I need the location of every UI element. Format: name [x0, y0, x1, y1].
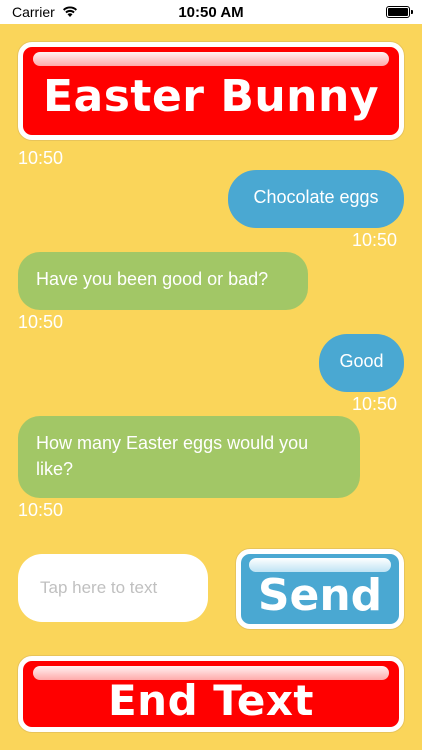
status-bar: Carrier 10:50 AM [0, 0, 422, 24]
message-time: 10:50 [18, 312, 64, 332]
easter-bunny-label: Easter Bunny [42, 70, 380, 122]
send-label: Send [257, 569, 383, 621]
send-button[interactable]: Send [236, 549, 404, 629]
easter-bunny-button[interactable]: Easter Bunny [18, 42, 404, 140]
user-message-bubble: Chocolate eggs [228, 170, 404, 228]
message-input[interactable] [18, 554, 208, 622]
message-text: Chocolate eggs [253, 187, 379, 207]
message-text: How many Easter eggs would you like? [36, 433, 309, 479]
message-text: Have you been good or bad? [36, 269, 269, 289]
message-time: 10:50 [18, 500, 64, 520]
message-time: 10:50 [352, 394, 398, 414]
message-time: 10:50 [18, 148, 64, 168]
bunny-message-bubble: Have you been good or bad? [18, 252, 308, 310]
bunny-message-bubble: How many Easter eggs would you like? [18, 416, 360, 498]
end-text-label: End Text [107, 675, 314, 725]
user-message-bubble: Good [319, 334, 404, 392]
button-gloss [33, 52, 389, 66]
message-time: 10:50 [352, 230, 398, 250]
message-text: Good [339, 351, 384, 371]
end-text-button[interactable]: End Text [18, 656, 404, 732]
status-time: 10:50 AM [178, 3, 244, 21]
battery-icon [386, 6, 413, 18]
